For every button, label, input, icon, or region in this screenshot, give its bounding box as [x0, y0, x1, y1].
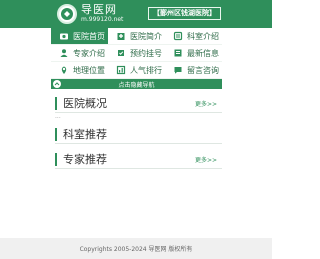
section-experts: 专家推荐 更多>>: [55, 150, 222, 169]
header: 导医网 m.999120.net 【鄞州区钱湖医院】: [0, 0, 272, 28]
hide-nav-button[interactable]: 点击隐藏导航: [51, 79, 222, 89]
divider: [55, 143, 222, 144]
logo-url: m.999120.net: [81, 16, 124, 23]
section-bar: [55, 127, 57, 141]
camera-icon: [58, 31, 69, 42]
nav-label: 专家介绍: [73, 48, 105, 58]
section-departments: 科室推荐: [55, 125, 222, 144]
nav-label: 医院首页: [73, 31, 105, 41]
doctor-icon: [58, 48, 69, 59]
section-bar: [55, 96, 57, 110]
appointment-icon: [115, 48, 126, 59]
more-link[interactable]: 更多>>: [195, 155, 217, 164]
hide-nav-label: 点击隐藏导航: [118, 81, 155, 89]
nav-item-message[interactable]: 留言咨询: [165, 62, 222, 79]
nav-item-experts[interactable]: 专家介绍: [51, 45, 108, 62]
nav-item-intro[interactable]: 医院简介: [108, 28, 165, 45]
nav-grid: 医院首页 医院简介 科室介绍 专家介绍 预约挂号 最新信息 地理位置 人气排行 …: [0, 28, 272, 79]
section-title: 医院概况: [63, 97, 107, 110]
location-icon: [58, 65, 69, 76]
more-link[interactable]: 更多>>: [195, 99, 217, 108]
nav-label: 最新信息: [187, 48, 219, 58]
logo-icon[interactable]: [57, 4, 77, 24]
nav-label: 地理位置: [73, 65, 105, 75]
nav-label: 留言咨询: [187, 65, 219, 75]
nav-item-home[interactable]: 医院首页: [51, 28, 108, 45]
nav-item-ranking[interactable]: 人气排行: [108, 62, 165, 79]
section-bar: [55, 152, 57, 166]
hospital-icon: [115, 31, 126, 42]
chevron-up-icon: [53, 80, 61, 88]
region-label: 【鄞州区钱湖医院】: [148, 7, 221, 20]
section-title: 科室推荐: [63, 128, 107, 141]
nav-item-appointment[interactable]: 预约挂号: [108, 45, 165, 62]
department-icon: [172, 31, 183, 42]
section-overview: 医院概况 更多>> ...: [55, 94, 222, 120]
nav-item-news[interactable]: 最新信息: [165, 45, 222, 62]
nav-label: 预约挂号: [130, 48, 162, 58]
ranking-icon: [115, 65, 126, 76]
nav-item-departments[interactable]: 科室介绍: [165, 28, 222, 45]
nav-label: 科室介绍: [187, 31, 219, 41]
footer-copyright: Copyrights 2005-2024 导医网 版权所有: [0, 238, 272, 259]
logo-title: 导医网: [81, 3, 117, 16]
overview-ellipsis: ...: [55, 113, 61, 120]
logo[interactable]: 导医网 m.999120.net: [81, 4, 123, 24]
nav-label: 医院简介: [130, 31, 162, 41]
message-icon: [172, 65, 183, 76]
section-header: 科室推荐: [55, 125, 222, 143]
section-title: 专家推荐: [63, 153, 107, 166]
nav-label: 人气排行: [130, 65, 162, 75]
nav-item-location[interactable]: 地理位置: [51, 62, 108, 79]
news-icon: [172, 48, 183, 59]
divider: [55, 168, 222, 169]
